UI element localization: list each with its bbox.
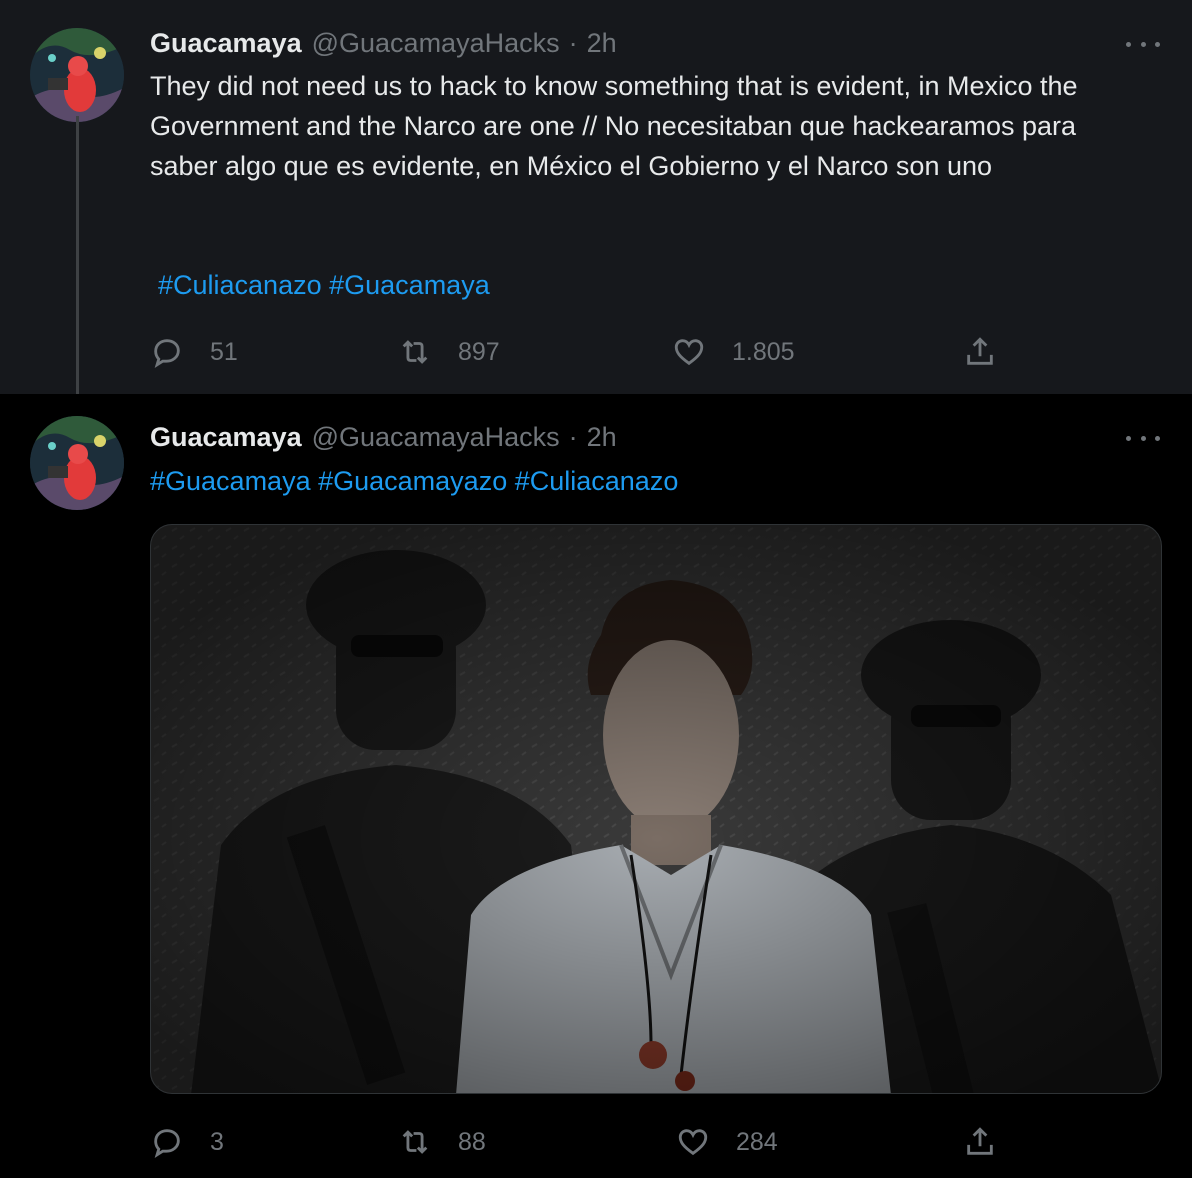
reply-button[interactable]: 51 (150, 332, 238, 372)
hashtags: #Culiacanazo #Guacamaya (158, 270, 490, 301)
retweet-button[interactable]: 88 (398, 1122, 486, 1162)
photo-soldiers-and-man (151, 525, 1161, 1093)
share-icon (967, 1127, 993, 1155)
more-icon[interactable] (1126, 38, 1160, 50)
reply-count: 51 (210, 337, 238, 366)
tweet-2[interactable]: Guacamaya @GuacamayaHacks · 2h #Guacamay… (0, 394, 1192, 1178)
like-count: 1.805 (732, 337, 795, 366)
retweet-icon (402, 340, 428, 364)
like-count: 284 (736, 1127, 778, 1156)
heart-icon (678, 1129, 708, 1156)
user-handle[interactable]: @GuacamayaHacks (312, 28, 560, 59)
hashtag-link[interactable]: #Guacamaya (329, 270, 490, 300)
display-name[interactable]: Guacamaya (150, 28, 302, 59)
reply-button[interactable]: 3 (150, 1122, 224, 1162)
tweet-media-image[interactable] (150, 524, 1162, 1094)
share-button[interactable] (963, 332, 997, 372)
more-icon[interactable] (1126, 432, 1160, 444)
like-button[interactable]: 284 (676, 1122, 778, 1162)
retweet-icon (402, 1130, 428, 1154)
avatar[interactable] (30, 416, 124, 510)
separator: · (568, 28, 578, 58)
hashtag-link[interactable]: #Guacamaya (150, 466, 311, 496)
retweet-button[interactable]: 897 (398, 332, 500, 372)
retweet-count: 897 (458, 337, 500, 366)
reply-icon (154, 339, 180, 368)
tweet-1[interactable]: Guacamaya @GuacamayaHacks · 2h They did … (0, 0, 1192, 406)
heart-icon (674, 339, 704, 366)
action-bar: 51 897 1.805 (150, 332, 1010, 372)
timestamp[interactable]: 2h (587, 422, 617, 453)
avatar-image (30, 416, 124, 510)
share-icon (967, 337, 993, 365)
retweet-count: 88 (458, 1127, 486, 1156)
thread-line (76, 116, 79, 406)
share-button[interactable] (963, 1122, 997, 1162)
reply-count: 3 (210, 1127, 224, 1156)
user-handle[interactable]: @GuacamayaHacks (312, 422, 560, 453)
hashtag-link[interactable]: #Guacamayazo (318, 466, 507, 496)
tweet-text: They did not need us to hack to know som… (150, 71, 1078, 181)
avatar[interactable] (30, 28, 124, 122)
separator: · (568, 422, 578, 452)
timestamp[interactable]: 2h (587, 28, 617, 59)
tweet-header: Guacamaya @GuacamayaHacks · 2h (150, 422, 617, 452)
reply-icon (154, 1129, 180, 1158)
tweet-header: Guacamaya @GuacamayaHacks · 2h (150, 28, 617, 58)
hashtag-link[interactable]: #Culiacanazo (515, 466, 679, 496)
hashtag-link[interactable]: #Culiacanazo (158, 270, 322, 300)
like-button[interactable]: 1.805 (672, 332, 795, 372)
hashtags: #Guacamaya #Guacamayazo #Culiacanazo (150, 466, 678, 497)
avatar-image (30, 28, 124, 122)
display-name[interactable]: Guacamaya (150, 422, 302, 453)
action-bar: 3 88 284 (150, 1122, 1010, 1162)
